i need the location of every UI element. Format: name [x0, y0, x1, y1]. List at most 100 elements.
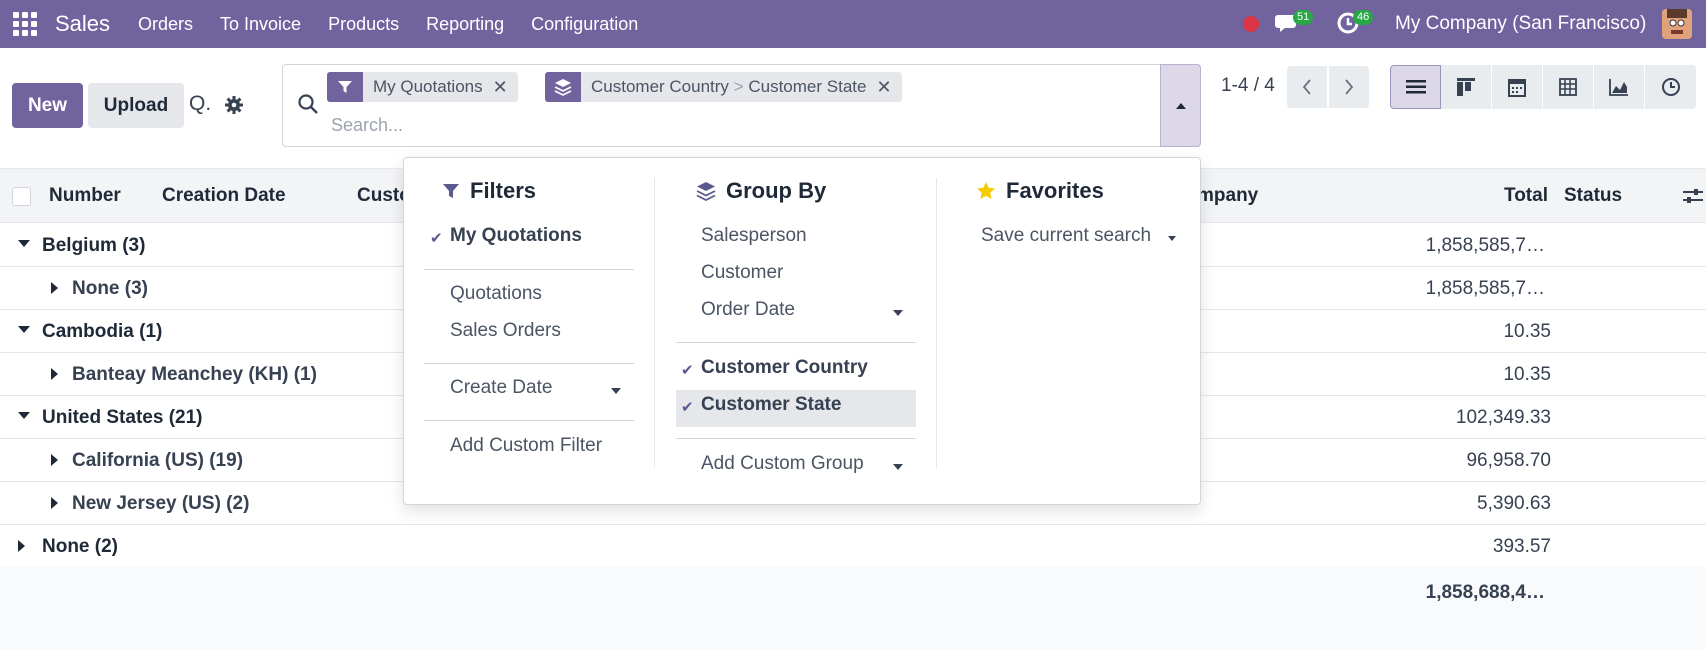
- layers-icon: [696, 182, 716, 201]
- favorites-section: Favorites: [976, 178, 1104, 204]
- column-divider: [654, 178, 655, 468]
- calendar-icon: [1508, 79, 1526, 97]
- list-footer: [0, 567, 1706, 649]
- group-by-section: Group By: [696, 178, 826, 204]
- layers-icon: [545, 72, 581, 102]
- select-all-checkbox[interactable]: [12, 187, 31, 206]
- divider: [676, 438, 916, 439]
- caret-right-icon[interactable]: [51, 454, 58, 466]
- user-avatar[interactable]: [1662, 9, 1692, 39]
- new-button[interactable]: New: [12, 83, 83, 128]
- menu-configuration[interactable]: Configuration: [531, 14, 638, 35]
- filter-facet-label: My Quotations: [373, 77, 483, 96]
- graph-view-button[interactable]: [1594, 65, 1645, 109]
- group-row-total: 5,390.63: [1477, 493, 1551, 514]
- view-switcher: [1390, 65, 1696, 109]
- caret-up-icon: [1175, 102, 1186, 109]
- menu-products[interactable]: Products: [328, 14, 399, 35]
- column-status[interactable]: Status: [1564, 185, 1622, 207]
- filter-icon: [327, 72, 363, 102]
- column-number[interactable]: Number: [49, 185, 121, 207]
- company-switcher[interactable]: My Company (San Francisco): [1395, 13, 1646, 35]
- kanban-view-button[interactable]: [1441, 65, 1492, 109]
- table-icon: [1559, 78, 1577, 96]
- groupby-order-date[interactable]: Order Date: [701, 299, 795, 321]
- filters-title: Filters: [442, 178, 536, 204]
- groupby-salesperson[interactable]: Salesperson: [701, 225, 807, 247]
- group-row-total: 1,858,585,7…: [1425, 278, 1545, 299]
- caret-right-icon[interactable]: [51, 497, 58, 509]
- add-custom-filter[interactable]: Add Custom Filter: [450, 435, 602, 457]
- group-row-total: 102,349.33: [1455, 407, 1551, 428]
- save-current-search[interactable]: Save current search: [981, 225, 1151, 247]
- filters-title-label: Filters: [470, 178, 537, 203]
- filter-icon: [443, 184, 459, 198]
- search-input[interactable]: [331, 109, 1031, 141]
- breadcrumb-title: Q.: [189, 92, 212, 115]
- divider: [424, 363, 634, 364]
- caret-right-icon[interactable]: [51, 368, 58, 380]
- search-panel-toggle-button[interactable]: [1160, 64, 1201, 147]
- gear-icon[interactable]: [224, 95, 244, 115]
- caret-down-icon[interactable]: [893, 310, 903, 316]
- column-company[interactable]: mpany: [1197, 185, 1258, 207]
- clock-icon: [1661, 78, 1680, 96]
- filter-quotations[interactable]: Quotations: [450, 283, 542, 305]
- groupby-customer[interactable]: Customer: [701, 262, 783, 284]
- filter-my-quotations[interactable]: My Quotations: [450, 225, 582, 247]
- groupby-facet-first: Customer Country: [591, 77, 729, 96]
- group-by-title-label: Group By: [726, 178, 827, 203]
- recording-indicator-icon[interactable]: [1243, 16, 1259, 32]
- remove-filter-facet-icon[interactable]: ✕: [493, 77, 518, 98]
- caret-down-icon[interactable]: [611, 388, 621, 394]
- favorites-title: Favorites: [976, 178, 1104, 204]
- group-row-label: Belgium (3): [42, 235, 146, 256]
- group-row-total: 10.35: [1503, 321, 1551, 342]
- list-view-button[interactable]: [1390, 65, 1441, 109]
- add-custom-group[interactable]: Add Custom Group: [701, 453, 864, 475]
- pager-next-button[interactable]: [1329, 66, 1369, 108]
- menu-reporting[interactable]: Reporting: [426, 14, 504, 35]
- caret-down-icon[interactable]: [1168, 236, 1176, 241]
- upload-button[interactable]: Upload: [88, 83, 184, 128]
- check-icon: ✔: [430, 230, 443, 247]
- filter-sales-orders[interactable]: Sales Orders: [450, 320, 561, 342]
- groupby-customer-country[interactable]: Customer Country: [701, 357, 868, 379]
- caret-down-icon[interactable]: [18, 326, 30, 333]
- column-total[interactable]: Total: [1504, 185, 1548, 207]
- filter-create-date[interactable]: Create Date: [450, 377, 552, 399]
- apps-menu-icon[interactable]: [13, 12, 38, 36]
- remove-groupby-facet-icon[interactable]: ✕: [876, 77, 901, 98]
- activity-view-button[interactable]: [1645, 65, 1696, 109]
- menu-to-invoice[interactable]: To Invoice: [220, 14, 301, 35]
- column-divider: [936, 178, 937, 468]
- group-row[interactable]: None (2) 393.57: [0, 525, 1706, 568]
- activities-count-badge: 46: [1353, 10, 1374, 25]
- pager-previous-button[interactable]: [1287, 66, 1327, 108]
- calendar-view-button[interactable]: [1492, 65, 1543, 109]
- groupby-customer-state[interactable]: Customer State: [701, 394, 841, 416]
- group-row-total: 1,858,585,7…: [1425, 235, 1545, 256]
- group-row-label: United States (21): [42, 407, 203, 428]
- search-bar: My Quotations ✕ Customer Country > Custo…: [282, 64, 1201, 147]
- caret-down-icon[interactable]: [893, 464, 903, 470]
- chevron-left-icon: [1302, 79, 1311, 95]
- search-icon[interactable]: [297, 93, 319, 115]
- menu-orders[interactable]: Orders: [138, 14, 193, 35]
- groupby-facet-label: Customer Country > Customer State: [581, 77, 876, 97]
- caret-right-icon[interactable]: [18, 540, 25, 552]
- divider: [676, 342, 916, 343]
- group-row-total: 96,958.70: [1466, 450, 1551, 471]
- caret-down-icon[interactable]: [18, 412, 30, 419]
- pivot-view-button[interactable]: [1543, 65, 1594, 109]
- filter-facet: My Quotations ✕: [327, 72, 518, 102]
- caret-down-icon[interactable]: [18, 240, 30, 247]
- caret-right-icon[interactable]: [51, 282, 58, 294]
- group-row-label: None (2): [42, 536, 118, 557]
- group-row-label: Banteay Meanchey (KH) (1): [72, 364, 317, 385]
- optional-columns-icon[interactable]: [1682, 185, 1704, 207]
- app-name[interactable]: Sales: [55, 11, 110, 37]
- pager-value[interactable]: 1-4 / 4: [1221, 75, 1275, 97]
- column-creation-date[interactable]: Creation Date: [162, 185, 286, 207]
- group-row-total: 393.57: [1492, 536, 1551, 557]
